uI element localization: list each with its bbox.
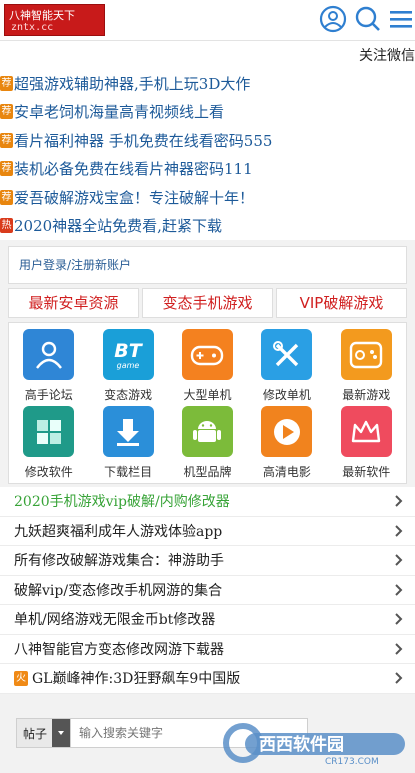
ad-link[interactable]: 荐安卓老饲机海量高青视频线上看 — [0, 98, 415, 127]
grid-item-mod-software[interactable]: 修改软件 — [9, 404, 88, 481]
grid-label: 变态游戏 — [104, 388, 153, 402]
grid-label: 高清电影 — [262, 465, 311, 479]
recommend-badge: 荐 — [0, 104, 13, 120]
menu-icon[interactable] — [388, 5, 414, 37]
chevron-right-icon — [395, 672, 403, 688]
list-item[interactable]: 八神智能官方变态修改网游下载器 — [0, 635, 415, 664]
cubes-icon — [23, 406, 75, 457]
app-grid: 高手论坛 BTgame 变态游戏 大型单机 修改单机 最新游戏 修改软件 下载 — [8, 322, 407, 484]
logo-title: 八神智能天下 — [9, 9, 75, 22]
grid-label: 高手论坛 — [24, 388, 73, 402]
play-icon — [261, 406, 313, 457]
tab-latest-android[interactable]: 最新安卓资源 — [8, 288, 139, 318]
tools-icon — [261, 329, 313, 380]
svg-text:game: game — [117, 361, 140, 370]
login-register-link[interactable]: 用户登录/注册新账户 — [8, 246, 407, 284]
recommend-badge: 荐 — [0, 132, 13, 148]
grid-item-brands[interactable]: 机型品牌 — [168, 404, 247, 481]
list-item[interactable]: 2020手机游戏vip破解/内购修改器 — [0, 487, 415, 517]
ad-link[interactable]: 荐装机必备免费在线看片神器密码111 — [0, 155, 415, 184]
marquee-text: 关注微信 — [359, 48, 415, 64]
grid-label: 最新游戏 — [342, 388, 391, 402]
ad-list: 荐超强游戏辅助神器,手机上玩3D大作 荐安卓老饲机海量高青视频线上看 荐看片福利… — [0, 63, 415, 240]
grid-item-mod-single[interactable]: 修改单机 — [247, 327, 326, 404]
grid-item-downloads[interactable]: 下载栏目 — [88, 404, 167, 481]
grid-item-new-software[interactable]: 最新软件 — [327, 404, 406, 481]
chevron-right-icon — [395, 642, 403, 659]
gamepad-icon — [181, 329, 233, 380]
top-header: 八神智能天下 zntx.cc — [0, 0, 415, 41]
grid-label: 修改单机 — [262, 388, 311, 402]
chevron-right-icon — [395, 583, 403, 600]
category-tabs: 最新安卓资源 变态手机游戏 VIP破解游戏 — [8, 288, 407, 318]
grid-item-new-games[interactable]: 最新游戏 — [327, 327, 406, 404]
svg-text:BT: BT — [114, 340, 143, 362]
link-list: 2020手机游戏vip破解/内购修改器 九妖超爽福利成年人游戏体验app 所有修… — [0, 487, 415, 694]
chevron-right-icon — [395, 524, 403, 541]
tab-bt-games[interactable]: 变态手机游戏 — [142, 288, 273, 318]
search-type-label: 帖子 — [23, 726, 48, 741]
watermark-logo: 西西软件园 CR173.COM — [221, 719, 411, 767]
list-item[interactable]: 破解vip/变态修改手机网游的集合 — [0, 576, 415, 605]
ad-text: 装机必备免费在线看片神器密码111 — [14, 160, 253, 179]
list-item-text: 2020手机游戏vip破解/内购修改器 — [14, 494, 230, 511]
grid-label: 大型单机 — [183, 388, 232, 402]
chevron-right-icon — [395, 554, 403, 570]
grid-item-hd-movies[interactable]: 高清电影 — [247, 404, 326, 481]
grid-item-bt-game[interactable]: BT game 变态游戏 — [88, 327, 167, 404]
list-item-text: GL巅峰神作:3D狂野飙车9中国版 — [32, 671, 241, 688]
user-circle-icon[interactable] — [319, 5, 347, 37]
site-logo[interactable]: 八神智能天下 zntx.cc — [4, 4, 105, 36]
search-type-select[interactable]: 帖子 — [17, 719, 71, 747]
chevron-right-icon — [395, 613, 403, 629]
watermark-domain: CR173.COM — [325, 757, 379, 767]
recommend-badge: 荐 — [0, 75, 13, 91]
ad-link[interactable]: 热 2020神器全站免费看,赶紧下载 — [0, 212, 415, 241]
search-icon[interactable] — [354, 5, 382, 37]
crown-icon — [340, 406, 392, 457]
controller-icon — [340, 329, 392, 380]
ad-link[interactable]: 荐爱吾破解游戏宝盒！专注破解十年！ — [0, 183, 415, 212]
grid-label: 修改软件 — [24, 465, 73, 479]
users-icon — [23, 329, 75, 380]
list-item-text: 八神智能官方变态修改网游下载器 — [14, 641, 224, 658]
bt-game-icon: BT game — [102, 329, 154, 380]
notice-marquee: 关注微信 — [0, 41, 415, 64]
recommend-badge: 荐 — [0, 161, 13, 177]
list-item[interactable]: 单机/网络游戏无限金币bt修改器 — [0, 605, 415, 635]
recommend-badge: 荐 — [0, 189, 13, 205]
logo-domain: zntx.cc — [11, 22, 54, 33]
list-item[interactable]: 九妖超爽福利成年人游戏体验app — [0, 517, 415, 546]
grid-item-forum[interactable]: 高手论坛 — [9, 327, 88, 404]
list-item[interactable]: 所有修改破解游戏集合：神游助手 — [0, 546, 415, 576]
ad-link[interactable]: 荐看片福利神器 手机免费在线看密码555 — [0, 126, 415, 155]
chevron-down-icon[interactable] — [52, 719, 70, 747]
ad-text: 爱吾破解游戏宝盒！专注破解十年！ — [14, 188, 255, 207]
chevron-right-icon — [395, 495, 403, 511]
ad-text: 安卓老饲机海量高青视频线上看 — [14, 103, 225, 122]
ad-text: 2020神器全站免费看,赶紧下载 — [14, 217, 222, 236]
list-item-text: 单机/网络游戏无限金币bt修改器 — [14, 612, 216, 629]
download-icon — [102, 406, 154, 457]
list-item-text: 所有修改破解游戏集合：神游助手 — [14, 553, 224, 570]
grid-item-big-single[interactable]: 大型单机 — [168, 327, 247, 404]
ad-link[interactable]: 荐超强游戏辅助神器,手机上玩3D大作 — [0, 69, 415, 98]
watermark-text: 西西软件园 — [259, 734, 344, 755]
grid-label: 最新软件 — [342, 465, 391, 479]
tab-vip-crack[interactable]: VIP破解游戏 — [276, 288, 407, 318]
fire-badge: 火 — [14, 670, 28, 686]
grid-label: 下载栏目 — [104, 465, 153, 479]
grid-label: 机型品牌 — [183, 465, 232, 479]
list-item[interactable]: 火 GL巅峰神作:3D狂野飙车9中国版 — [0, 664, 415, 694]
ad-text: 看片福利神器 手机免费在线看密码555 — [14, 131, 273, 150]
list-item-text: 九妖超爽福利成年人游戏体验app — [14, 523, 223, 540]
android-icon — [181, 406, 233, 457]
ad-text: 超强游戏辅助神器,手机上玩3D大作 — [14, 74, 251, 93]
list-item-text: 破解vip/变态修改手机网游的集合 — [14, 582, 223, 599]
hot-badge: 热 — [0, 218, 13, 234]
